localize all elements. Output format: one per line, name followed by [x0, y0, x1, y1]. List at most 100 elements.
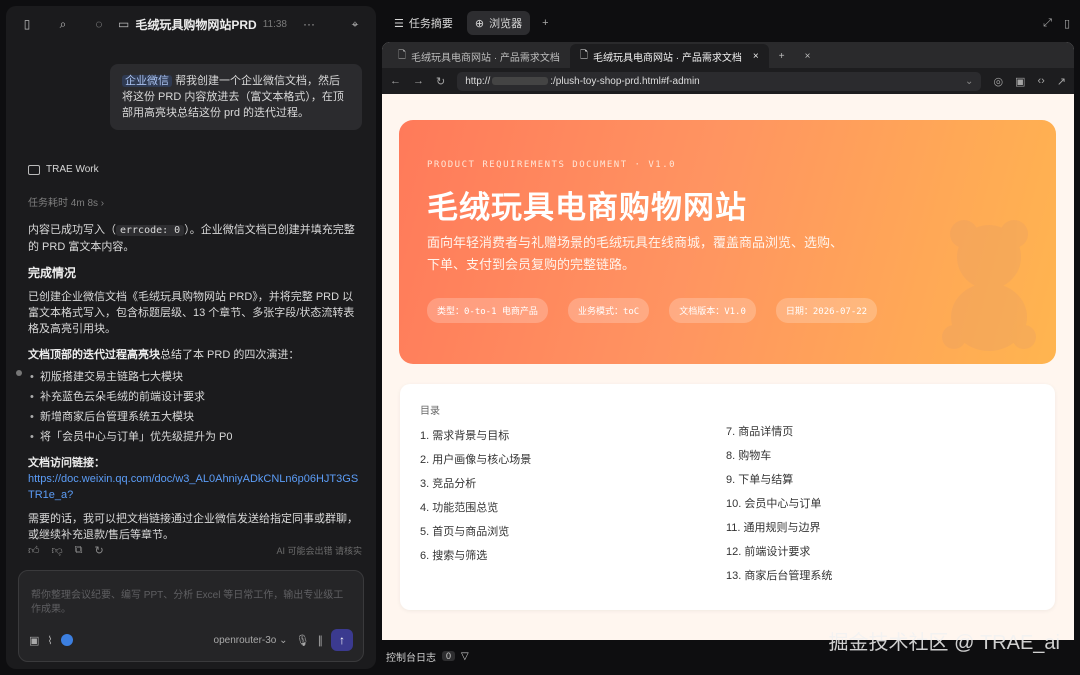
copy-icon[interactable]: ⧉: [75, 544, 83, 557]
timeline-dot: [16, 370, 22, 376]
tool-icon[interactable]: ▣: [29, 634, 39, 647]
browser-tab-active[interactable]: 🗋︎ 毛绒玩具电商网站 · 产品需求文档 ×: [569, 44, 769, 68]
browser-view: 🗋︎ 毛绒玩具电商网站 · 产品需求文档 🗋︎ 毛绒玩具电商网站 · 产品需求文档 ×…: [382, 42, 1074, 640]
watermark: 掘金技术社区 @ TRAE_ai: [828, 632, 1060, 654]
toc-item[interactable]: 4. 功能范围总览: [420, 499, 531, 515]
mic-icon[interactable]: 🎙︎: [296, 634, 310, 647]
inspect-icon[interactable]: ◎: [993, 75, 1003, 88]
toc-item[interactable]: 5. 首页与商品浏览: [420, 523, 531, 539]
url-input[interactable]: http://:/plush-toy-shop-prd.html#f-admin…: [457, 71, 982, 91]
pill-type: 类型：0-to-1 电商产品: [427, 298, 548, 323]
back-icon[interactable]: ←: [390, 75, 401, 87]
composer-placeholder[interactable]: 帮你整理会议纪要、编写 PPT、分析 Excel 等日常工作，输出专业级工作成果…: [31, 589, 351, 617]
reload-icon[interactable]: ↻: [436, 75, 445, 88]
screenshot-icon[interactable]: ▣: [1015, 75, 1025, 88]
toc-item[interactable]: 3. 竞品分析: [420, 475, 531, 491]
close-icon[interactable]: ×: [795, 44, 821, 68]
task-time[interactable]: 任务耗时 4m 8s ›: [28, 194, 104, 209]
table-of-contents: 目录 1. 需求背景与目标 2. 用户画像与核心场景 3. 竞品分析 4. 功能…: [400, 384, 1055, 610]
toc-item[interactable]: 7. 商品详情页: [726, 423, 832, 439]
wecom-tag[interactable]: 企业微信: [122, 75, 172, 87]
voice-wave-icon[interactable]: ∥: [318, 634, 324, 647]
console-label: 控制台日志: [386, 652, 436, 664]
pill-version: 文档版本：V1.0: [669, 298, 756, 323]
toc-item[interactable]: 2. 用户画像与核心场景: [420, 451, 531, 467]
browser-tab[interactable]: 🗋︎ 毛绒玩具电商网站 · 产品需求文档: [388, 44, 570, 68]
composer-toolbar: ▣ ⌇ openrouter-3o ⌄ 🎙︎ ∥ ↑: [29, 629, 353, 651]
preview-panel: ☰ 任务摘要 ⊕ 浏览器 + ⤢ ▯ 🗋︎ 毛绒玩具电商网站 · 产品需求文档 🗋︎ 毛…: [382, 6, 1074, 669]
url-dropdown-icon[interactable]: ⌄: [965, 76, 973, 87]
toc-item[interactable]: 9. 下单与结算: [726, 471, 832, 487]
hero-kicker: PRODUCT REQUIREMENTS DOCUMENT · V1.0: [427, 160, 677, 170]
more-icon[interactable]: ···: [303, 17, 315, 31]
reply-p4: 需要的话，我可以把文档链接通过企业微信发送给指定同事或群聊，或继续补充退款/售后…: [28, 513, 358, 541]
add-tab-icon[interactable]: +: [542, 17, 548, 29]
reply-link-block: 文档访问链接： https://doc.weixin.qq.com/doc/w3…: [28, 455, 362, 503]
user-message-bubble: 企业微信 帮我创建一个企业微信文档，然后将这份 PRD 内容放进去（富文本格式）…: [110, 64, 362, 130]
model-select[interactable]: openrouter-3o ⌄: [214, 635, 288, 646]
toc-item[interactable]: 13. 商家后台管理系统: [726, 567, 832, 583]
panel-tabs: ☰ 任务摘要 ⊕ 浏览器 + ⤢ ▯: [382, 6, 1074, 40]
agent-name: TRAE Work: [46, 164, 99, 175]
tab-browser[interactable]: ⊕ 浏览器: [466, 11, 531, 35]
reply-bullets: 初版搭建交易主链路七大模块 补充蓝色云朵毛绒的前端设计要求 新增商家后台管理系统…: [28, 369, 362, 445]
close-tab-icon[interactable]: ×: [753, 51, 759, 62]
toc-item[interactable]: 11. 通用规则与边界: [726, 519, 832, 535]
toc-column-2: 7. 商品详情页 8. 购物车 9. 下单与结算 10. 会员中心与订单 11.…: [726, 423, 832, 583]
agent-icon: [28, 164, 40, 175]
agent-avatar-icon[interactable]: [60, 634, 73, 646]
hero-banner: PRODUCT REQUIREMENTS DOCUMENT · V1.0 毛绒玩…: [399, 120, 1056, 364]
toc-item[interactable]: 8. 购物车: [726, 447, 832, 463]
filter-icon[interactable]: ▽: [461, 651, 469, 662]
sidebar-toggle-icon[interactable]: ▯: [16, 13, 38, 35]
toc-item[interactable]: 12. 前端设计要求: [726, 543, 832, 559]
toc-item[interactable]: 6. 搜索与筛选: [420, 547, 531, 563]
panel-controls: ⤢ ▯: [1043, 17, 1070, 30]
search-icon[interactable]: ⌕: [52, 13, 74, 35]
prd-page: PRODUCT REQUIREMENTS DOCUMENT · V1.0 毛绒玩…: [382, 94, 1074, 640]
list-item: 初版搭建交易主链路七大模块: [28, 369, 362, 385]
doc-link[interactable]: https://doc.weixin.qq.com/doc/w3_AL0Ahni…: [28, 473, 358, 501]
devtools-icon[interactable]: ‹›: [1037, 75, 1044, 87]
console-count: 0: [442, 651, 456, 661]
browser-tabs: 🗋︎ 毛绒玩具电商网站 · 产品需求文档 🗋︎ 毛绒玩具电商网站 · 产品需求文档 ×…: [382, 42, 1074, 68]
reply-heading: 完成情况: [28, 266, 77, 280]
monitor-icon: ▭: [118, 17, 130, 31]
chat-title-area: ▭ 毛绒玩具购物网站PRD 11:38 ···: [118, 16, 344, 33]
list-item: 新增商家后台管理系统五大模块: [28, 409, 362, 425]
thumbs-up-icon[interactable]: 👍︎: [28, 544, 40, 557]
pill-date: 日期：2026-07-22: [775, 298, 878, 323]
hero-title: 毛绒玩具电商购物网站: [427, 190, 747, 225]
thumbs-down-icon[interactable]: 👎︎: [52, 544, 63, 557]
attach-icon[interactable]: ⌇: [47, 634, 52, 647]
ai-disclaimer: AI 可能会出错 请核实: [276, 546, 362, 556]
new-chat-icon[interactable]: ◌: [88, 13, 110, 35]
app-window: ▯ ⌕ ◌ ▭ 毛绒玩具购物网站PRD 11:38 ··· ⌖ 企业微信 帮我创…: [0, 0, 1080, 675]
reply-p1: 内容已成功写入（ errcode: 0 ）。企业微信文档已创建并填充完整的 PRD …: [28, 224, 355, 253]
refresh-icon[interactable]: ↻: [95, 544, 104, 557]
hero-pills: 类型：0-to-1 电商产品 业务模式：toC 文档版本：V1.0 日期：202…: [427, 298, 878, 323]
toc-item[interactable]: 10. 会员中心与订单: [726, 495, 832, 511]
doc-icon: 🗋︎: [579, 49, 588, 61]
composer[interactable]: 帮你整理会议纪要、编写 PPT、分析 Excel 等日常工作，输出专业级工作成果…: [18, 570, 364, 662]
toc-column-1: 1. 需求背景与目标 2. 用户画像与核心场景 3. 竞品分析 4. 功能范围总…: [420, 427, 531, 563]
chat-title: 毛绒玩具购物网站PRD: [135, 17, 257, 32]
external-icon[interactable]: ↗: [1057, 75, 1066, 88]
address-bar: ← → ↻ http://:/plush-toy-shop-prd.html#f…: [382, 68, 1074, 94]
teddy-bear-icon: [942, 220, 1036, 351]
pin-icon[interactable]: ⌖: [344, 13, 366, 35]
new-tab-button[interactable]: +: [769, 44, 795, 68]
errcode: errcode: 0: [116, 225, 185, 236]
send-button[interactable]: ↑: [331, 629, 353, 651]
globe-icon: ⊕: [474, 17, 485, 30]
doc-icon: 🗋︎: [398, 49, 407, 61]
link-label: 文档访问链接：: [28, 457, 105, 469]
list-item: 补充蓝色云朵毛绒的前端设计要求: [28, 389, 362, 405]
pill-model: 业务模式：toC: [567, 298, 650, 323]
reply-p3: 文档顶部的迭代过程高亮块总结了本 PRD 的四次演进：: [28, 349, 300, 361]
tab-task-summary[interactable]: ☰ 任务摘要: [386, 11, 461, 35]
split-view-icon[interactable]: ▯: [1064, 17, 1070, 30]
forward-icon[interactable]: →: [413, 75, 424, 87]
expand-icon[interactable]: ⤢: [1043, 17, 1052, 30]
toc-item[interactable]: 1. 需求背景与目标: [420, 427, 531, 443]
